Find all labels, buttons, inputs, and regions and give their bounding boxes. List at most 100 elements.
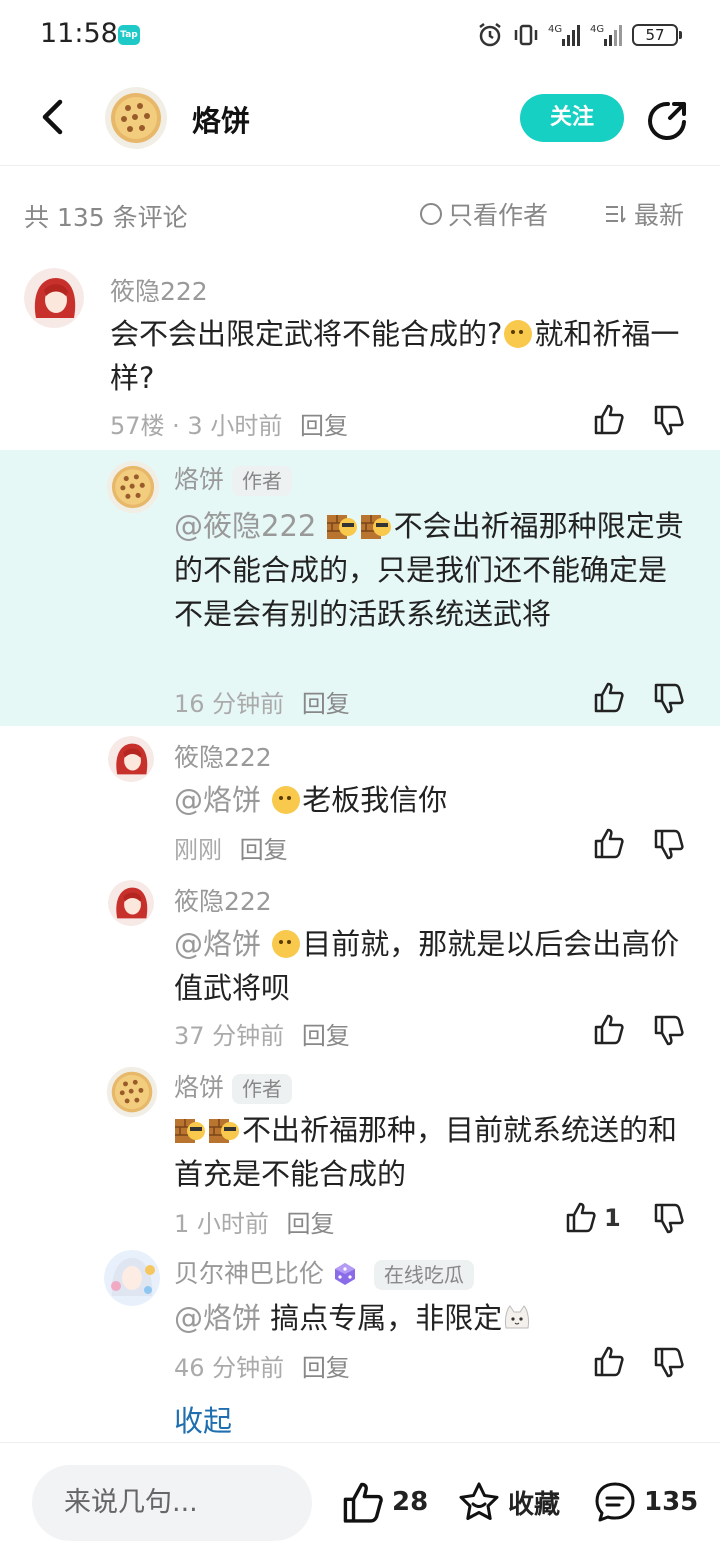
like-count: 1 — [604, 1204, 621, 1232]
thumbs-up-icon[interactable] — [592, 826, 626, 860]
reply-button[interactable]: 回复 — [287, 1210, 335, 1238]
thumbs-down-icon[interactable] — [652, 404, 686, 438]
reply-button[interactable]: 回复 — [302, 1022, 350, 1050]
comment-text: @烙饼 老板我信你 — [174, 778, 694, 822]
user-avatar[interactable] — [108, 736, 154, 782]
reply-button[interactable]: 回复 — [240, 836, 288, 864]
username[interactable]: 贝尔神巴比伦 — [174, 1259, 324, 1288]
sort-list-icon — [606, 206, 626, 223]
comment-text: 不出祈福那种，目前就系统送的和首充是不能合成的 — [174, 1108, 684, 1196]
comment-bubble-icon — [595, 1482, 635, 1522]
comment-text: 会不会出限定武将不能合成的? 就和祈福一样? — [110, 312, 690, 400]
thumbs-down-icon[interactable] — [652, 1346, 686, 1380]
brick-face-emoji-icon — [360, 515, 391, 539]
thumbs-up-icon[interactable] — [564, 1200, 598, 1234]
status-icons: 4G 4G 57 — [476, 20, 682, 50]
cat-emoji-icon — [505, 1305, 530, 1329]
reply-text: 老板我信你 — [302, 783, 448, 817]
user-avatar[interactable] — [24, 268, 84, 328]
thumbs-up-icon[interactable] — [592, 402, 626, 436]
thumbs-down-icon[interactable] — [652, 682, 686, 716]
mention-link[interactable]: @烙饼 — [174, 1301, 261, 1335]
username-row: 贝尔神巴比伦 在线吃瓜 — [174, 1254, 474, 1290]
comment-meta: 57楼 · 3 小时前 回复 — [110, 406, 348, 441]
author-only-toggle[interactable]: 只看作者 — [420, 196, 548, 232]
author-only-label: 只看作者 — [448, 201, 549, 230]
reply-button[interactable]: 回复 — [302, 1354, 350, 1382]
follow-button[interactable]: 关注 — [520, 94, 624, 142]
author-tag: 作者 — [232, 1074, 293, 1104]
back-arrow-icon[interactable] — [28, 92, 78, 142]
thumbs-up-icon[interactable] — [592, 680, 626, 714]
comment-filter-bar: 共 135 条评论 只看作者 最新 — [0, 166, 720, 262]
like-post-button[interactable]: 28 — [340, 1479, 428, 1525]
comment-input[interactable]: 来说几句... — [32, 1465, 312, 1541]
thumbs-up-icon[interactable] — [592, 1344, 626, 1378]
page-title: 烙饼 — [192, 104, 251, 138]
vibrate-icon — [514, 24, 538, 46]
radio-circle-icon — [420, 203, 442, 225]
username[interactable]: 筱隐222 — [110, 272, 208, 308]
username[interactable]: 烙饼 — [174, 465, 224, 494]
svg-text:4G: 4G — [548, 24, 562, 35]
user-avatar[interactable] — [108, 880, 154, 926]
reply-item: 筱隐222 @烙饼 目前就，那就是以后会出高价值武将呗 37 分钟前 回复 — [0, 870, 720, 1060]
comments-button[interactable]: 135 — [592, 1479, 698, 1525]
user-avatar[interactable] — [106, 1066, 158, 1118]
reply-time: 16 分钟前 — [174, 690, 285, 718]
favorite-label: 收藏 — [508, 1489, 561, 1520]
comment-text: @烙饼 目前就，那就是以后会出高价值武将呗 — [174, 922, 684, 1010]
reply-button[interactable]: 回复 — [300, 412, 348, 440]
brick-face-emoji-icon — [175, 1119, 205, 1143]
status-bar: 11:58 Tap 4G 4G 57 — [0, 0, 720, 70]
alarm-icon — [479, 23, 501, 47]
signal-4g-icon: 4G — [548, 24, 580, 46]
star-icon — [459, 1482, 499, 1520]
reply-text: 搞点专属，非限定 — [270, 1301, 503, 1335]
thumbs-up-icon — [343, 1482, 383, 1523]
bottom-action-bar: 来说几句... 28 收藏 135 — [0, 1442, 720, 1560]
sort-button[interactable]: 最新 — [604, 196, 684, 232]
thumbs-down-icon[interactable] — [652, 1202, 686, 1236]
signal-4g-icon: 4G — [590, 24, 622, 46]
reply-item: 烙饼 作者 @筱隐222 不会出祈福那种限定贵的不能合成的，只是我们还不能确定是不… — [0, 450, 720, 726]
tap-app-icon: Tap — [118, 25, 140, 45]
user-badge: 在线吃瓜 — [373, 1260, 474, 1290]
comment-text: @烙饼 搞点专属，非限定 — [174, 1296, 694, 1340]
dice-badge-icon — [334, 1263, 355, 1285]
username-row: 烙饼 作者 — [174, 460, 293, 496]
reply-item: 贝尔神巴比伦 在线吃瓜 @烙饼 搞点专属，非限定 46 分钟前 回复 — [0, 1246, 720, 1386]
post-like-count: 28 — [392, 1487, 429, 1517]
username[interactable]: 烙饼 — [174, 1073, 224, 1102]
share-icon[interactable] — [644, 96, 692, 144]
mention-link[interactable]: @烙饼 — [174, 927, 261, 961]
comment-meta: 刚刚 回复 — [174, 830, 288, 865]
comment-meta: 1 小时前 回复 — [174, 1204, 335, 1239]
reply-item: 筱隐222 @烙饼 老板我信你 刚刚 回复 — [0, 726, 720, 870]
brick-face-emoji-icon — [209, 1119, 239, 1143]
thumbs-down-icon[interactable] — [652, 1014, 686, 1048]
status-time: 11:58 — [40, 18, 118, 49]
reply-time: 1 小时前 — [174, 1210, 269, 1238]
mention-link[interactable]: @筱隐222 — [174, 509, 316, 543]
svg-text:4G: 4G — [590, 24, 604, 35]
reply-time: 刚刚 — [174, 836, 222, 864]
mention-link[interactable]: @烙饼 — [174, 783, 261, 817]
reply-time: 37 分钟前 — [174, 1022, 285, 1050]
author-avatar[interactable] — [104, 86, 168, 150]
comment-meta: 37 分钟前 回复 — [174, 1016, 350, 1051]
thumbs-up-icon[interactable] — [592, 1012, 626, 1046]
favorite-button[interactable]: 收藏 — [456, 1479, 560, 1525]
comment-text-part: 会不会出限定武将不能合成的? — [110, 317, 503, 351]
comment-total: 135 — [644, 1487, 699, 1517]
smile-emoji-icon — [272, 930, 301, 958]
collapse-replies-link[interactable]: 收起 — [174, 1398, 232, 1440]
user-avatar[interactable] — [106, 460, 160, 514]
reply-button[interactable]: 回复 — [302, 690, 350, 718]
user-avatar[interactable] — [104, 1250, 160, 1306]
thumbs-down-icon[interactable] — [652, 828, 686, 862]
username[interactable]: 筱隐222 — [174, 738, 272, 774]
sort-label: 最新 — [634, 201, 685, 230]
username[interactable]: 筱隐222 — [174, 882, 272, 918]
floor-time: 57楼 · 3 小时前 — [110, 412, 283, 440]
